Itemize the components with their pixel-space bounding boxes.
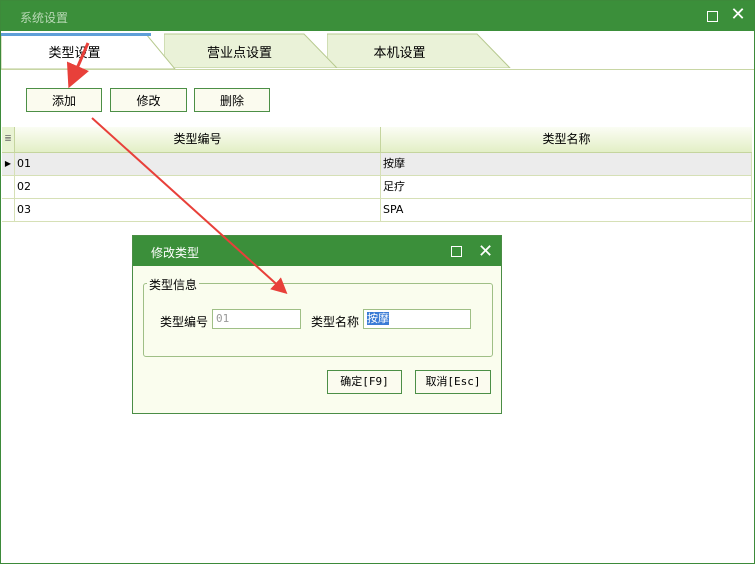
ok-button[interactable]: 确定[F9]	[327, 370, 402, 394]
row-indicator	[2, 176, 15, 198]
cell-code[interactable]: 02	[15, 176, 381, 198]
tab-local-settings[interactable]: 本机设置	[327, 33, 512, 68]
table-row[interactable]: 02 足疗	[2, 176, 752, 199]
close-icon[interactable]: ✕	[729, 6, 747, 25]
cell-code[interactable]: 01	[15, 153, 381, 175]
delete-button[interactable]: 删除	[194, 88, 270, 112]
tab-label: 类型设置	[48, 46, 101, 61]
tab-business-point-settings[interactable]: 营业点设置	[164, 33, 339, 68]
column-header-code[interactable]: 类型编号	[15, 127, 381, 152]
name-field[interactable]: 按摩	[363, 309, 471, 329]
dialog-titlebar: 修改类型 ✕	[133, 236, 501, 266]
tab-type-settings[interactable]: 类型设置	[1, 33, 176, 69]
tab-strip: 本机设置 营业点设置 类型设置	[1, 31, 754, 70]
maximize-icon[interactable]	[703, 7, 721, 25]
dialog-close-icon[interactable]: ✕	[478, 241, 493, 262]
name-label: 类型名称	[311, 315, 360, 329]
group-label: 类型信息	[147, 276, 200, 293]
dialog-maximize-icon[interactable]	[451, 246, 462, 257]
cancel-button[interactable]: 取消[Esc]	[415, 370, 491, 394]
table-row[interactable]: 03 SPA	[2, 199, 752, 222]
cell-code[interactable]: 03	[15, 199, 381, 221]
cell-name[interactable]: 按摩	[381, 153, 752, 175]
add-button[interactable]: 添加	[26, 88, 102, 112]
settings-window: 系统设置 ✕ 本机设置 营业点设置 类型设置 添加 修改 删除 ≣ 类型编号 类…	[0, 0, 755, 564]
name-field-selected-text: 按摩	[367, 312, 389, 325]
column-header-name[interactable]: 类型名称	[381, 127, 752, 152]
dialog-title: 修改类型	[151, 246, 200, 260]
code-label: 类型编号	[160, 315, 209, 329]
row-header-icon[interactable]: ≣	[2, 127, 15, 152]
tab-label: 营业点设置	[206, 46, 272, 61]
code-field[interactable]: 01	[212, 309, 301, 329]
row-indicator	[2, 199, 15, 221]
edit-type-dialog: 修改类型 ✕ 类型信息 类型编号 01 类型名称 按摩 确定[F9] 取消[Es…	[132, 235, 502, 414]
edit-button[interactable]: 修改	[110, 88, 187, 112]
window-title: 系统设置	[20, 11, 69, 25]
cell-name[interactable]: SPA	[381, 199, 752, 221]
current-row-indicator-icon: ▶	[2, 153, 15, 175]
grid-header: ≣ 类型编号 类型名称	[2, 127, 752, 153]
table-row[interactable]: ▶ 01 按摩	[2, 153, 752, 176]
window-titlebar: 系统设置 ✕	[1, 1, 754, 31]
cell-name[interactable]: 足疗	[381, 176, 752, 198]
